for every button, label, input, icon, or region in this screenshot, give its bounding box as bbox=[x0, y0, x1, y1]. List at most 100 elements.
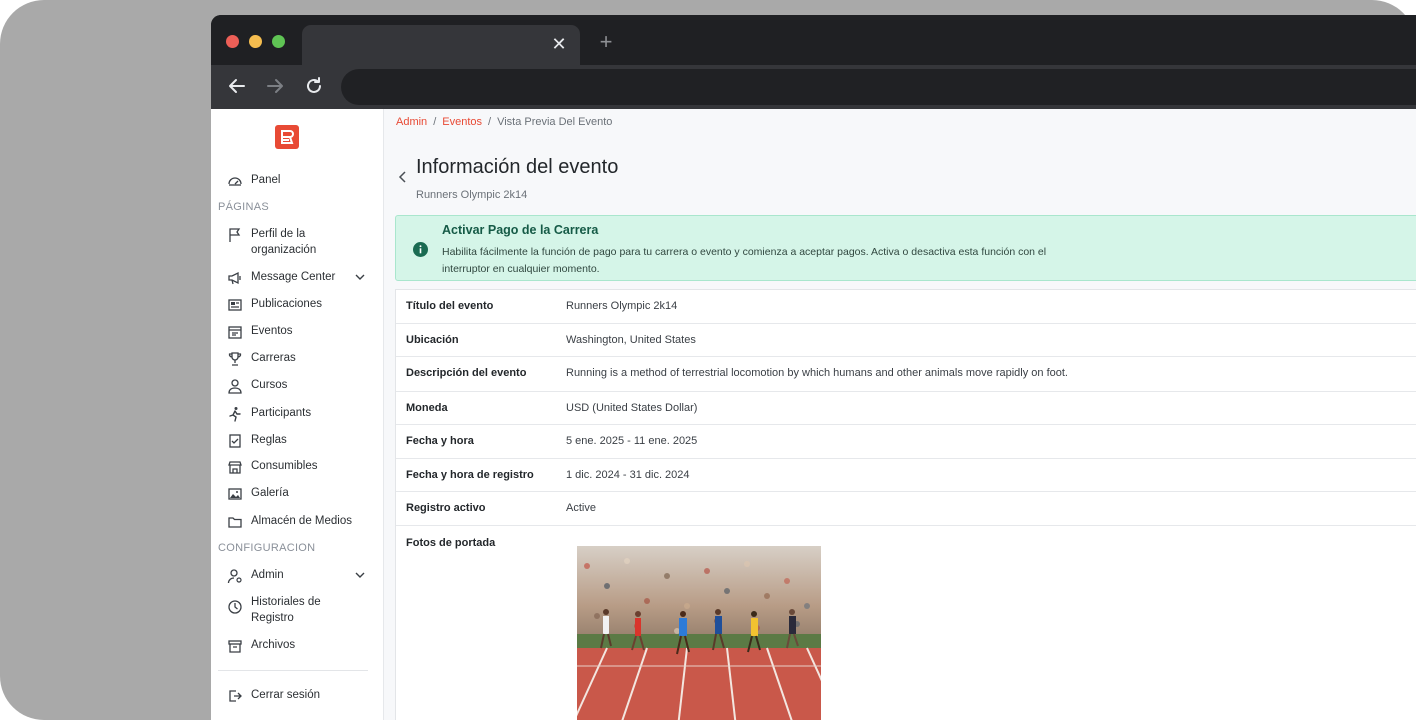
row-key: Moneda bbox=[406, 402, 448, 414]
address-bar[interactable] bbox=[341, 69, 1416, 105]
row-key: Fotos de portada bbox=[406, 537, 496, 549]
page-title: Información del evento bbox=[416, 156, 619, 178]
table-row: Ubicación Washington, United States bbox=[396, 324, 1416, 357]
tab-strip: ✕ + bbox=[211, 15, 1416, 65]
alert-title: Activar Pago de la Carrera bbox=[442, 223, 599, 237]
table-row: Descripción del evento Running is a meth… bbox=[396, 357, 1416, 392]
sidebar-item-label: Cursos bbox=[251, 379, 288, 391]
gallery-icon bbox=[227, 486, 243, 502]
row-value: Runners Olympic 2k14 bbox=[566, 300, 678, 312]
sidebar-item-consumables[interactable]: Consumibles bbox=[227, 458, 367, 475]
section-label-config: CONFIGURACION bbox=[218, 542, 316, 554]
sidebar-item-organization-profile[interactable]: Perfil de la organización bbox=[227, 226, 367, 258]
store-icon bbox=[227, 459, 243, 475]
event-details-table: Título del evento Runners Olympic 2k14 U… bbox=[395, 289, 1416, 720]
sidebar-item-label: Carreras bbox=[251, 352, 296, 364]
row-key: Título del evento bbox=[406, 300, 494, 312]
sidebar-item-label: Consumibles bbox=[251, 460, 318, 472]
back-arrow-icon[interactable] bbox=[225, 74, 249, 98]
new-tab-icon[interactable]: + bbox=[597, 31, 615, 53]
trophy-icon bbox=[227, 351, 243, 367]
sidebar-item-courses[interactable]: Cursos bbox=[227, 377, 367, 394]
reload-icon[interactable] bbox=[302, 74, 326, 98]
clock-icon bbox=[227, 599, 243, 615]
payment-alert: Activar Pago de la Carrera Habilita fáci… bbox=[395, 215, 1416, 281]
minimize-window-button[interactable] bbox=[249, 35, 262, 48]
tab-close-icon[interactable]: ✕ bbox=[550, 35, 568, 53]
sidebar-item-publications[interactable]: Publicaciones bbox=[227, 296, 367, 313]
row-key: Registro activo bbox=[406, 502, 486, 514]
flag-icon bbox=[227, 227, 243, 243]
sidebar-item-label: Almacén de Medios bbox=[251, 515, 352, 527]
sidebar-item-gallery[interactable]: Galería bbox=[227, 485, 367, 502]
sidebar-item-archives[interactable]: Archivos bbox=[227, 637, 367, 654]
sidebar-item-media-storage[interactable]: Almacén de Medios bbox=[227, 513, 367, 530]
row-key: Ubicación bbox=[406, 334, 459, 346]
sidebar-item-label: Galería bbox=[251, 487, 289, 499]
sidebar-item-logout[interactable]: Cerrar sesión bbox=[227, 687, 367, 704]
newspaper-icon bbox=[227, 297, 243, 313]
row-value: Active bbox=[566, 502, 596, 514]
breadcrumb-admin[interactable]: Admin bbox=[396, 116, 427, 128]
browser-tab[interactable]: ✕ bbox=[302, 25, 580, 65]
megaphone-icon bbox=[227, 270, 243, 286]
table-row: Fecha y hora 5 ene. 2025 - 11 ene. 2025 bbox=[396, 425, 1416, 459]
runner-icon bbox=[227, 406, 243, 422]
browser-window: ✕ + Panel PÁGINAS Perfil de la organizac… bbox=[211, 15, 1416, 720]
chevron-down-icon[interactable] bbox=[353, 270, 367, 284]
breadcrumb-current: Vista Previa Del Evento bbox=[497, 116, 613, 128]
alert-text: Habilita fácilmente la función de pago p… bbox=[442, 246, 1047, 275]
sidebar-item-admin[interactable]: Admin bbox=[227, 567, 367, 584]
row-key: Descripción del evento bbox=[406, 367, 527, 379]
breadcrumb: Admin / Eventos / Vista Previa Del Evento bbox=[396, 116, 612, 128]
brand-logo[interactable] bbox=[275, 125, 299, 149]
row-value: 1 dic. 2024 - 31 dic. 2024 bbox=[566, 469, 690, 481]
table-row: Fotos de portada bbox=[396, 526, 1416, 720]
user-icon bbox=[227, 378, 243, 394]
close-window-button[interactable] bbox=[226, 35, 239, 48]
sidebar-divider bbox=[218, 670, 368, 671]
sidebar-item-rules[interactable]: Reglas bbox=[227, 432, 367, 449]
row-value: 5 ene. 2025 - 11 ene. 2025 bbox=[566, 435, 698, 447]
table-row: Registro activo Active bbox=[396, 492, 1416, 526]
forward-arrow-icon[interactable] bbox=[263, 74, 287, 98]
calendar-icon bbox=[227, 324, 243, 340]
table-row: Fecha y hora de registro 1 dic. 2024 - 3… bbox=[396, 459, 1416, 492]
maximize-window-button[interactable] bbox=[272, 35, 285, 48]
folder-icon bbox=[227, 514, 243, 530]
archive-icon bbox=[227, 638, 243, 654]
sidebar-item-events[interactable]: Eventos bbox=[227, 323, 367, 340]
page-subtitle: Runners Olympic 2k14 bbox=[416, 189, 528, 201]
sidebar-item-panel[interactable]: Panel bbox=[227, 172, 367, 189]
row-value: USD (United States Dollar) bbox=[566, 402, 698, 414]
sidebar-item-label: Publicaciones bbox=[251, 298, 322, 310]
sidebar-item-label: Panel bbox=[251, 174, 281, 186]
breadcrumb-separator: / bbox=[433, 116, 437, 128]
chevron-down-icon[interactable] bbox=[353, 568, 367, 582]
chevron-left-icon[interactable] bbox=[395, 169, 411, 185]
row-value: Washington, United States bbox=[566, 334, 696, 346]
admin-icon bbox=[227, 568, 243, 584]
breadcrumb-separator: / bbox=[488, 116, 492, 128]
row-value: Running is a method of terrestrial locom… bbox=[566, 367, 1068, 379]
breadcrumb-events[interactable]: Eventos bbox=[442, 116, 482, 128]
sidebar-item-registration-history[interactable]: Historiales de Registro bbox=[227, 594, 367, 626]
sidebar-item-label: Historiales de Registro bbox=[251, 596, 321, 624]
browser-toolbar bbox=[211, 65, 1416, 109]
sidebar-item-label: Participants bbox=[251, 407, 312, 419]
logout-icon bbox=[227, 688, 243, 704]
cover-photo[interactable] bbox=[577, 546, 821, 720]
sidebar: Panel PÁGINAS Perfil de la organización … bbox=[211, 109, 384, 720]
main-content: Admin / Eventos / Vista Previa Del Evento In… bbox=[385, 109, 1416, 720]
sidebar-item-label: Archivos bbox=[251, 639, 296, 651]
info-icon bbox=[413, 242, 428, 257]
app-content: Panel PÁGINAS Perfil de la organización … bbox=[211, 109, 1416, 720]
section-label-pages: PÁGINAS bbox=[218, 201, 270, 213]
sidebar-item-races[interactable]: Carreras bbox=[227, 350, 367, 367]
table-row: Título del evento Runners Olympic 2k14 bbox=[396, 290, 1416, 324]
sidebar-item-label: Eventos bbox=[251, 325, 293, 337]
row-key: Fecha y hora bbox=[406, 435, 474, 447]
sidebar-item-message-center[interactable]: Message Center bbox=[227, 269, 367, 286]
sidebar-item-label: Reglas bbox=[251, 434, 287, 446]
sidebar-item-participants[interactable]: Participants bbox=[227, 405, 367, 422]
